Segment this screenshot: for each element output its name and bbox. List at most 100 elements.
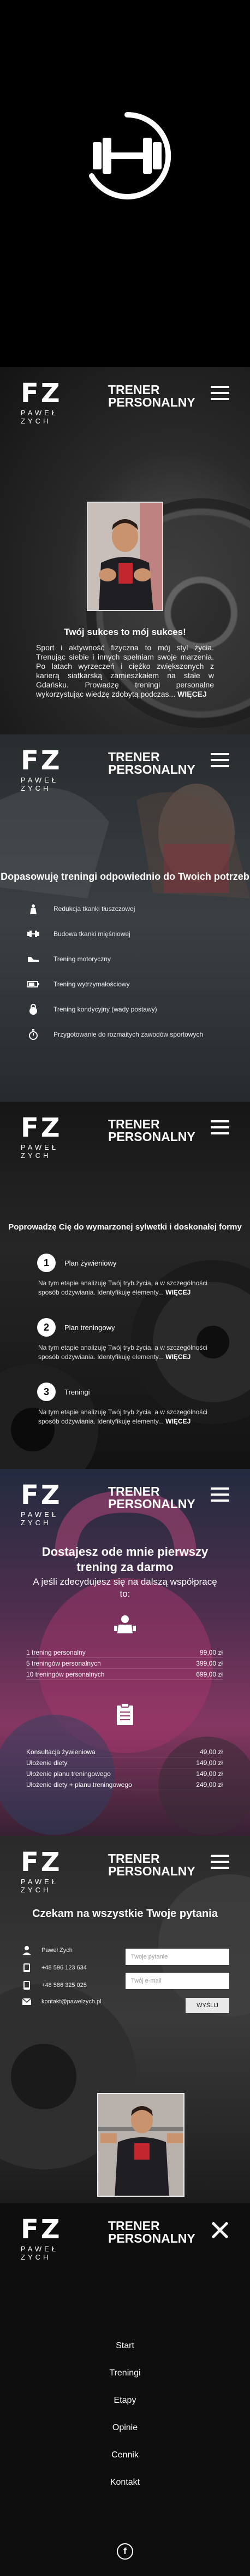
types-title: Dopasowuję treningi odpowiednio do Twoic… xyxy=(1,871,249,882)
read-more-link[interactable]: WIĘCEJ xyxy=(177,690,207,698)
brand-title: TRENER PERSONALNY xyxy=(108,2219,195,2245)
logo-name: PAWEŁ ZYCH xyxy=(21,1510,59,1527)
list-item: Trening motoryczny xyxy=(27,946,203,972)
envelope-icon xyxy=(21,1998,33,2005)
contact-title: Czekam na wszystkie Twoje pytania xyxy=(32,1908,218,1920)
brand-title: TRENER PERSONALNY xyxy=(108,383,195,409)
logo[interactable]: FZ PAWEŁ ZYCH xyxy=(21,2216,75,2261)
logo[interactable]: FZ PAWEŁ ZYCH xyxy=(21,380,75,425)
send-button[interactable]: WYŚLIJ xyxy=(186,1998,229,2013)
logo-name: PAWEŁ ZYCH xyxy=(21,1878,59,1894)
contact-phone-1[interactable]: +48 596 123 634 xyxy=(21,1963,87,1973)
table-row: 1 trening personalny 99,00 zł xyxy=(26,1647,223,1658)
list-item: Budowa tkanki mięśniowej xyxy=(27,921,203,946)
list-item: Redukcja tkanki tłuszczowej xyxy=(27,896,203,921)
stage-number: 3 xyxy=(37,1383,56,1401)
close-icon[interactable] xyxy=(211,2221,229,2239)
pricing-section: FZ PAWEŁ ZYCH TRENER PERSONALNY Dostajes… xyxy=(0,1469,250,1836)
facebook-icon[interactable]: f xyxy=(117,2543,133,2560)
contact-email[interactable]: kontakt@pawelzych.pl xyxy=(21,1998,102,2005)
site-header: FZ PAWEŁ ZYCH TRENER PERSONALNY xyxy=(0,2203,250,2273)
stage-number: 1 xyxy=(37,1254,56,1272)
hero-section: FZ PAWEŁ ZYCH TRENER PERSONALNY Twój suk… xyxy=(0,367,250,734)
hamburger-menu-icon[interactable] xyxy=(211,1855,229,1873)
table-row: 5 treningów personalnych 399,00 zł xyxy=(26,1658,223,1669)
nav-item-start[interactable]: Start xyxy=(0,2332,250,2360)
logo-mark: FZ xyxy=(21,1480,62,1510)
stopwatch-icon xyxy=(27,1028,39,1040)
phone-icon xyxy=(21,1963,33,1973)
table-row: 10 treningów personalnych 699,00 zł xyxy=(26,1669,223,1680)
phone-icon xyxy=(21,1980,33,1990)
brand-title: TRENER PERSONALNY xyxy=(108,1851,195,1878)
logo-name: PAWEŁ ZYCH xyxy=(21,776,59,792)
table-row: Ułożenie diety 149,00 zł xyxy=(26,1757,223,1768)
pricing-subtitle: A jeśli zdecydujesz się na dalszą współp… xyxy=(33,1577,217,1599)
stage-text: Na tym etapie analizuję Twój tryb życia,… xyxy=(38,1344,207,1361)
site-header: FZ PAWEŁ ZYCH TRENER PERSONALNY xyxy=(0,1102,250,1172)
nav-item-treningi[interactable]: Treningi xyxy=(0,2360,250,2387)
site-header: FZ PAWEŁ ZYCH TRENER PERSONALNY xyxy=(0,1469,250,1539)
logo[interactable]: FZ PAWEŁ ZYCH xyxy=(21,1482,75,1527)
stage-item: 1 Plan żywieniowy Na tym etapie analizuję… xyxy=(37,1254,217,1297)
table-row: Ułożenie diety + planu treningowego 249,0… xyxy=(26,1779,223,1790)
pricing-title: Dostajesz ode mnie pierwszy trening za d… xyxy=(41,1545,209,1574)
diet-plan-icon xyxy=(110,1699,140,1729)
stage-label: Plan treningowy xyxy=(64,1323,115,1332)
main-nav: Start Treningi Etapy Opinie Cennik Konta… xyxy=(0,2332,250,2496)
list-item: Trening kondycyjny (wady postawy) xyxy=(27,997,203,1022)
table-row: Ułożenie planu treningowego 149,00 zł xyxy=(26,1768,223,1779)
hamburger-menu-icon[interactable] xyxy=(211,753,229,772)
email-input[interactable] xyxy=(126,1973,229,1989)
hamburger-menu-icon[interactable] xyxy=(211,1487,229,1506)
logo-mark: FZ xyxy=(21,1847,62,1878)
menu-overlay: FZ PAWEŁ ZYCH TRENER PERSONALNY Start Tr… xyxy=(0,2203,250,2576)
logo[interactable]: FZ PAWEŁ ZYCH xyxy=(21,1849,75,1894)
person-icon xyxy=(21,1945,33,1955)
list-item: Przygotowanie do rozmaitych zawodów spor… xyxy=(27,1022,203,1047)
shoe-icon xyxy=(27,953,39,965)
weight-loss-icon xyxy=(27,903,39,915)
logo[interactable]: FZ PAWEŁ ZYCH xyxy=(21,748,75,792)
loader-screen xyxy=(0,0,250,367)
logo-mark: FZ xyxy=(21,378,62,409)
brand-title: TRENER PERSONALNY xyxy=(108,750,195,777)
stages-section: FZ PAWEŁ ZYCH TRENER PERSONALNY Poprowad… xyxy=(0,1102,250,1469)
stage-number: 2 xyxy=(37,1318,56,1337)
battery-icon xyxy=(27,978,39,990)
logo-name: PAWEŁ ZYCH xyxy=(21,2245,59,2261)
nav-item-opinie[interactable]: Opinie xyxy=(0,2414,250,2442)
contact-section: FZ PAWEŁ ZYCH TRENER PERSONALNY Czekam n… xyxy=(0,1836,250,2203)
read-more-link[interactable]: WIĘCEJ xyxy=(165,1289,191,1296)
question-input[interactable] xyxy=(126,1949,229,1965)
stage-label: Plan żywieniowy xyxy=(64,1258,117,1267)
trainer-icon xyxy=(110,1609,140,1638)
nav-item-cennik[interactable]: Cennik xyxy=(0,2442,250,2469)
dumbbell-icon xyxy=(27,928,39,940)
stage-text: Na tym etapie analizuję Twój tryb życia,… xyxy=(38,1408,207,1425)
read-more-link[interactable]: WIĘCEJ xyxy=(165,1418,191,1425)
contact-name: Paweł Zych xyxy=(21,1945,73,1955)
hamburger-menu-icon[interactable] xyxy=(211,1120,229,1139)
logo[interactable]: FZ PAWEŁ ZYCH xyxy=(21,1115,75,1160)
site-header: FZ PAWEŁ ZYCH TRENER PERSONALNY xyxy=(0,1836,250,1906)
kettlebell-icon xyxy=(27,1003,39,1015)
contact-phone-2[interactable]: +48 586 325 025 xyxy=(21,1980,87,1990)
stage-item: 3 Treningi Na tym etapie analizuję Twój t… xyxy=(37,1383,217,1426)
hamburger-menu-icon[interactable] xyxy=(211,386,229,404)
table-row: Konsultacja żywieniowa 49,00 zł xyxy=(26,1746,223,1757)
read-more-link[interactable]: WIĘCEJ xyxy=(165,1353,191,1361)
training-price-table: 1 trening personalny 99,00 zł 5 treningów… xyxy=(26,1647,223,1680)
brand-title: TRENER PERSONALNY xyxy=(108,1484,195,1511)
stage-item: 2 Plan treningowy Na tym etapie analizuję… xyxy=(37,1318,217,1362)
list-item: Trening wytrzymałościowy xyxy=(27,972,203,997)
dumbbell-loader-icon xyxy=(81,109,174,202)
nav-item-kontakt[interactable]: Kontakt xyxy=(0,2469,250,2496)
logo-mark: FZ xyxy=(21,1113,62,1143)
stages-title: Poprowadzę Cię do wymarzonej sylwetki i … xyxy=(8,1222,242,1232)
hero-text: Sport i aktywność fizyczna to mój styl ż… xyxy=(36,643,214,698)
nav-item-etapy[interactable]: Etapy xyxy=(0,2387,250,2414)
site-header: FZ PAWEŁ ZYCH TRENER PERSONALNY xyxy=(0,734,250,804)
stage-text: Na tym etapie analizuję Twój tryb życia,… xyxy=(38,1279,207,1296)
trainer-photo xyxy=(97,2093,184,2197)
